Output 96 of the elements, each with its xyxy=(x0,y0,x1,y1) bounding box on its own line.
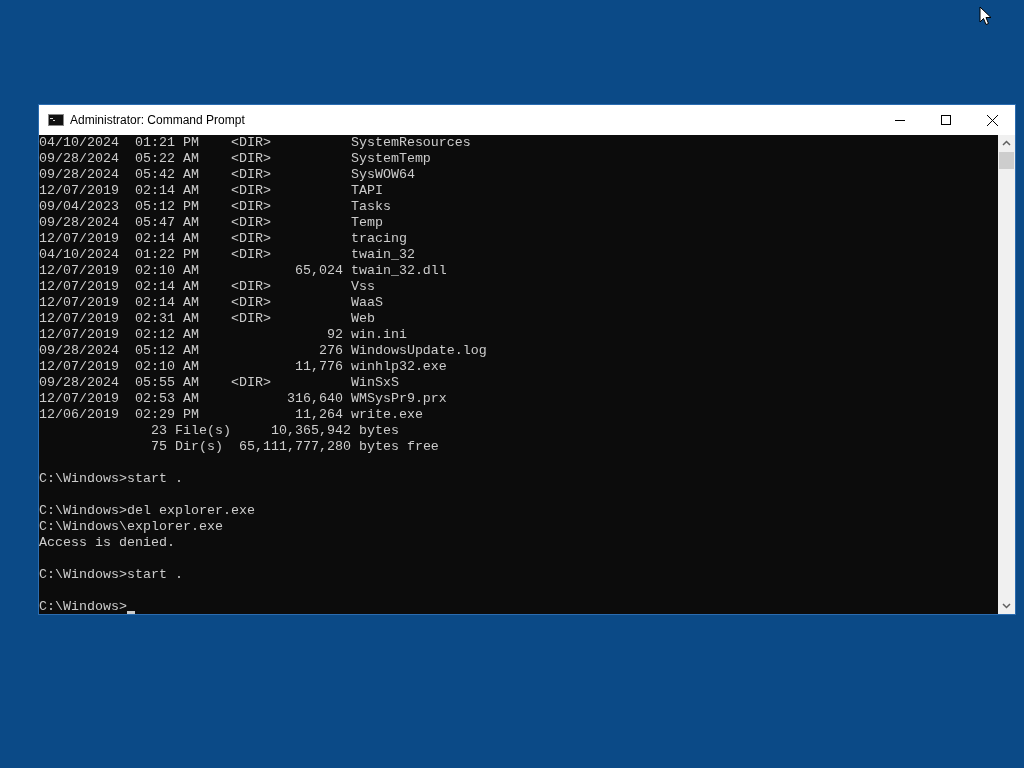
entry-name: twain_32.dll xyxy=(350,263,447,279)
entry-date: 12/07/2019 xyxy=(39,295,120,311)
directory-tag: <DIR> xyxy=(230,167,271,183)
scroll-up-icon[interactable] xyxy=(1002,140,1011,146)
directory-tag: <DIR> xyxy=(230,247,271,263)
directory-tag: <DIR> xyxy=(230,135,271,151)
summary-unit: bytes xyxy=(358,423,399,439)
summary-count: 75 xyxy=(150,439,168,455)
entry-time: 02:12 AM xyxy=(134,327,200,343)
entry-time: 05:42 AM xyxy=(134,167,200,183)
file-size: 316,640 xyxy=(286,391,343,407)
console-line: C:\Windows\explorer.exe xyxy=(39,519,223,535)
entry-name: write.exe xyxy=(350,407,423,423)
entry-date: 09/28/2024 xyxy=(39,215,120,231)
file-size: 11,264 xyxy=(294,407,343,423)
entry-name: SystemResources xyxy=(350,135,471,151)
entry-date: 12/07/2019 xyxy=(39,391,120,407)
entry-date: 09/28/2024 xyxy=(39,343,120,359)
file-size: 11,776 xyxy=(294,359,343,375)
entry-time: 02:31 AM xyxy=(134,311,200,327)
file-size: 65,024 xyxy=(294,263,343,279)
close-icon xyxy=(986,114,998,126)
text-cursor xyxy=(127,611,135,614)
entry-time: 02:14 AM xyxy=(134,279,200,295)
entry-date: 12/06/2019 xyxy=(39,407,120,423)
entry-name: WMSysPr9.prx xyxy=(350,391,447,407)
entry-time: 02:29 PM xyxy=(134,407,200,423)
entry-date: 12/07/2019 xyxy=(39,183,120,199)
entry-time: 02:53 AM xyxy=(134,391,200,407)
summary-amount: 10,365,942 xyxy=(269,423,351,439)
file-size: 276 xyxy=(318,343,343,359)
entry-name: Temp xyxy=(350,215,383,231)
directory-tag: <DIR> xyxy=(230,279,271,295)
file-size: 92 xyxy=(326,327,343,343)
summary-label: File(s) xyxy=(174,423,232,439)
entry-time: 05:47 AM xyxy=(134,215,200,231)
directory-tag: <DIR> xyxy=(230,183,271,199)
console-app-icon xyxy=(48,114,64,126)
console-line: C:\Windows>start . xyxy=(39,471,183,487)
entry-name: SystemTemp xyxy=(350,151,431,167)
directory-tag: <DIR> xyxy=(230,295,271,311)
console-line: C:\Windows>del explorer.exe xyxy=(39,503,255,519)
entry-time: 02:14 AM xyxy=(134,231,200,247)
entry-date: 09/28/2024 xyxy=(39,167,120,183)
directory-tag: <DIR> xyxy=(230,231,271,247)
entry-time: 02:10 AM xyxy=(134,359,200,375)
mouse-pointer-icon xyxy=(979,6,992,26)
entry-name: SysWOW64 xyxy=(350,167,415,183)
entry-time: 02:14 AM xyxy=(134,183,200,199)
entry-date: 12/07/2019 xyxy=(39,359,120,375)
summary-unit: bytes free xyxy=(358,439,439,455)
entry-name: tracing xyxy=(350,231,407,247)
entry-name: twain_32 xyxy=(350,247,415,263)
entry-time: 05:22 AM xyxy=(134,151,200,167)
entry-date: 12/07/2019 xyxy=(39,263,120,279)
summary-label: Dir(s) xyxy=(174,439,224,455)
scrollbar-thumb[interactable] xyxy=(999,152,1014,169)
entry-date: 09/28/2024 xyxy=(39,375,120,391)
entry-name: winhlp32.exe xyxy=(350,359,447,375)
entry-time: 05:12 AM xyxy=(134,343,200,359)
vertical-scrollbar[interactable] xyxy=(998,135,1015,614)
directory-tag: <DIR> xyxy=(230,375,271,391)
directory-tag: <DIR> xyxy=(230,311,271,327)
entry-name: Web xyxy=(350,311,375,327)
entry-date: 12/07/2019 xyxy=(39,327,120,343)
entry-time: 01:22 PM xyxy=(134,247,200,263)
maximize-icon xyxy=(941,115,951,125)
entry-date: 04/10/2024 xyxy=(39,247,120,263)
entry-name: win.ini xyxy=(350,327,407,343)
directory-tag: <DIR> xyxy=(230,199,271,215)
entry-date: 09/28/2024 xyxy=(39,151,120,167)
console-line: Access is denied. xyxy=(39,535,175,551)
command-prompt: C:\Windows> xyxy=(39,599,127,615)
entry-time: 05:55 AM xyxy=(134,375,200,391)
entry-name: Tasks xyxy=(350,199,391,215)
entry-name: WindowsUpdate.log xyxy=(350,343,487,359)
entry-date: 12/07/2019 xyxy=(39,311,120,327)
entry-name: WaaS xyxy=(350,295,383,311)
entry-name: TAPI xyxy=(350,183,383,199)
entry-name: WinSxS xyxy=(350,375,399,391)
entry-time: 05:12 PM xyxy=(134,199,200,215)
console-line: C:\Windows>start . xyxy=(39,567,183,583)
directory-tag: <DIR> xyxy=(230,215,271,231)
entry-time: 01:21 PM xyxy=(134,135,200,151)
window-title: Administrator: Command Prompt xyxy=(70,113,246,127)
directory-tag: <DIR> xyxy=(230,151,271,167)
entry-date: 12/07/2019 xyxy=(39,279,120,295)
entry-time: 02:10 AM xyxy=(134,263,200,279)
entry-name: Vss xyxy=(350,279,375,295)
entry-date: 04/10/2024 xyxy=(39,135,120,151)
summary-count: 23 xyxy=(150,423,168,439)
entry-date: 12/07/2019 xyxy=(39,231,120,247)
summary-amount: 65,111,777,280 xyxy=(238,439,351,455)
entry-date: 09/04/2023 xyxy=(39,199,120,215)
scroll-down-icon[interactable] xyxy=(1002,603,1011,609)
entry-time: 02:14 AM xyxy=(134,295,200,311)
